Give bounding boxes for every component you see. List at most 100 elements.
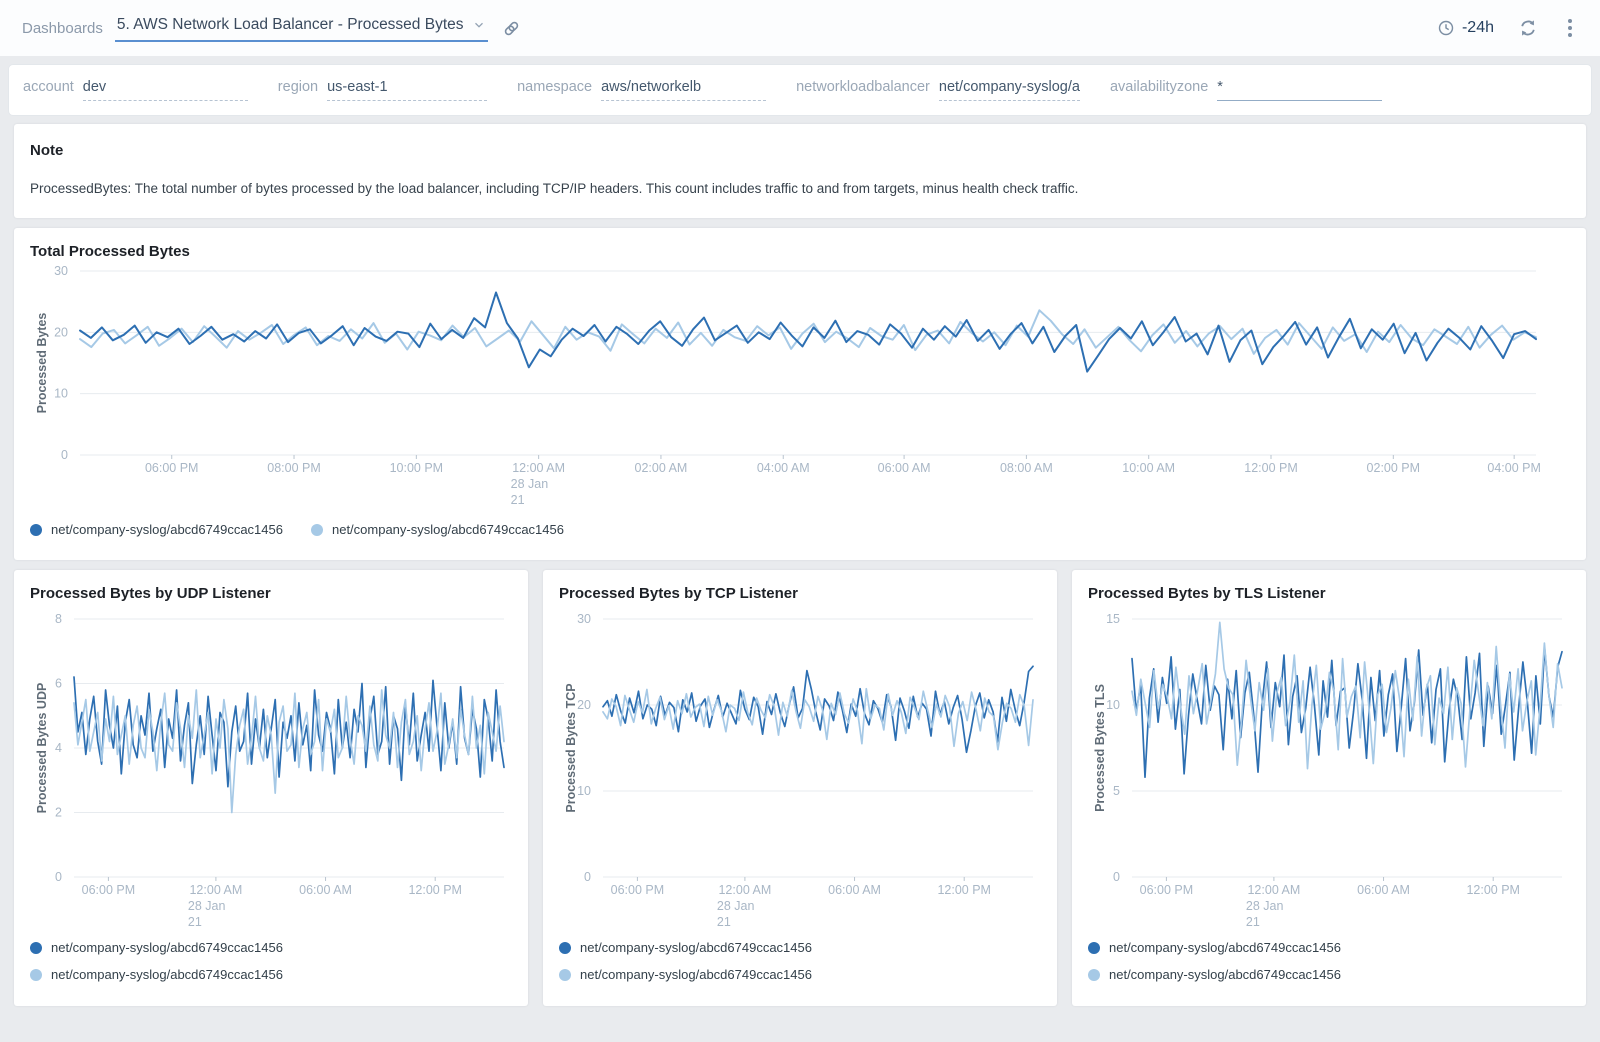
svg-text:28 Jan: 28 Jan bbox=[1246, 899, 1284, 913]
breadcrumb[interactable]: Dashboards bbox=[22, 20, 103, 37]
clock-icon bbox=[1437, 19, 1455, 37]
svg-text:20: 20 bbox=[54, 325, 68, 339]
note-card: Note ProcessedBytes: The total number of… bbox=[14, 124, 1586, 218]
filter-account-input[interactable]: dev bbox=[83, 79, 248, 101]
svg-text:12:00 PM: 12:00 PM bbox=[937, 883, 991, 897]
legend-label: net/company-syslog/abcd6749ccac1456 bbox=[51, 967, 283, 982]
svg-text:8: 8 bbox=[55, 612, 62, 626]
legend-label: net/company-syslog/abcd6749ccac1456 bbox=[1109, 940, 1341, 955]
svg-text:6: 6 bbox=[55, 677, 62, 691]
svg-text:12:00 PM: 12:00 PM bbox=[1244, 461, 1298, 475]
legend-dot-icon bbox=[1088, 942, 1100, 954]
chart-title: Total Processed Bytes bbox=[14, 228, 1586, 260]
note-body: ProcessedBytes: The total number of byte… bbox=[30, 181, 1570, 196]
svg-text:08:00 AM: 08:00 AM bbox=[1000, 461, 1053, 475]
svg-text:10: 10 bbox=[1106, 698, 1120, 712]
chart-legend: net/company-syslog/abcd6749ccac1456 net/c… bbox=[14, 940, 528, 982]
svg-text:10: 10 bbox=[577, 784, 591, 798]
legend-item[interactable]: net/company-syslog/abcd6749ccac1456 bbox=[559, 967, 1041, 982]
chart-card-tls-listener: Processed Bytes by TLS Listener Processe… bbox=[1072, 570, 1586, 1006]
time-range-button[interactable]: -24h bbox=[1437, 19, 1494, 37]
kebab-menu-icon[interactable] bbox=[1562, 17, 1578, 39]
chevron-down-icon bbox=[472, 18, 486, 32]
legend-dot-icon bbox=[30, 942, 42, 954]
chart-card-total-processed-bytes: Total Processed Bytes Processed Bytes 01… bbox=[14, 228, 1586, 560]
legend-item[interactable]: net/company-syslog/abcd6749ccac1456 bbox=[559, 940, 1041, 955]
svg-text:12:00 AM: 12:00 AM bbox=[1247, 883, 1300, 897]
chart-title: Processed Bytes by UDP Listener bbox=[14, 570, 528, 602]
svg-text:06:00 PM: 06:00 PM bbox=[1140, 883, 1194, 897]
filter-bar: account dev region us-east-1 namespace a… bbox=[8, 64, 1592, 116]
svg-text:06:00 AM: 06:00 AM bbox=[1357, 883, 1410, 897]
legend-label: net/company-syslog/abcd6749ccac1456 bbox=[580, 967, 812, 982]
note-title: Note bbox=[30, 142, 1570, 159]
legend-item[interactable]: net/company-syslog/abcd6749ccac1456 bbox=[30, 940, 512, 955]
refresh-icon[interactable] bbox=[1518, 18, 1538, 38]
svg-text:0: 0 bbox=[584, 870, 591, 884]
svg-text:12:00 AM: 12:00 AM bbox=[189, 883, 242, 897]
legend-dot-icon bbox=[30, 969, 42, 981]
filter-label: availabilityzone bbox=[1110, 79, 1208, 95]
legend-dot-icon bbox=[559, 969, 571, 981]
chart-plot[interactable]: Processed Bytes 010203006:00 PM08:00 PM1… bbox=[14, 260, 1586, 512]
svg-text:12:00 AM: 12:00 AM bbox=[718, 883, 771, 897]
svg-text:30: 30 bbox=[54, 264, 68, 278]
legend-label: net/company-syslog/abcd6749ccac1456 bbox=[332, 522, 564, 537]
chart-legend: net/company-syslog/abcd6749ccac1456 net/c… bbox=[543, 940, 1057, 982]
svg-text:04:00 PM: 04:00 PM bbox=[1487, 461, 1541, 475]
legend-item[interactable]: net/company-syslog/abcd6749ccac1456 bbox=[1088, 940, 1570, 955]
svg-text:21: 21 bbox=[717, 915, 731, 929]
filter-account: account dev bbox=[23, 79, 248, 101]
svg-text:06:00 AM: 06:00 AM bbox=[878, 461, 931, 475]
legend-label: net/company-syslog/abcd6749ccac1456 bbox=[51, 522, 283, 537]
svg-text:28 Jan: 28 Jan bbox=[717, 899, 755, 913]
chart-plot[interactable]: Processed Bytes TLS 05101506:00 PM12:00 … bbox=[1072, 602, 1586, 934]
chart-card-udp-listener: Processed Bytes by UDP Listener Processe… bbox=[14, 570, 528, 1006]
page-title: 5. AWS Network Load Balancer - Processed… bbox=[117, 16, 464, 34]
svg-text:08:00 PM: 08:00 PM bbox=[267, 461, 321, 475]
svg-text:28 Jan: 28 Jan bbox=[188, 899, 226, 913]
svg-text:28 Jan: 28 Jan bbox=[511, 477, 549, 491]
chart-plot[interactable]: Processed Bytes UDP 0246806:00 PM12:00 A… bbox=[14, 602, 528, 934]
chart-legend: net/company-syslog/abcd6749ccac1456 net/c… bbox=[14, 522, 1586, 537]
y-axis-label: Processed Bytes TCP bbox=[564, 683, 578, 812]
filter-region-input[interactable]: us-east-1 bbox=[327, 79, 487, 101]
svg-text:10:00 PM: 10:00 PM bbox=[390, 461, 444, 475]
link-icon[interactable] bbox=[502, 19, 521, 38]
filter-availabilityzone-input[interactable]: * bbox=[1217, 79, 1382, 101]
legend-item[interactable]: net/company-syslog/abcd6749ccac1456 bbox=[311, 522, 564, 537]
chart-title: Processed Bytes by TLS Listener bbox=[1072, 570, 1586, 602]
legend-dot-icon bbox=[311, 524, 323, 536]
legend-dot-icon bbox=[30, 524, 42, 536]
legend-label: net/company-syslog/abcd6749ccac1456 bbox=[580, 940, 812, 955]
y-axis-label: Processed Bytes UDP bbox=[35, 683, 49, 814]
y-axis-label: Processed Bytes TLS bbox=[1093, 684, 1107, 812]
legend-item[interactable]: net/company-syslog/abcd6749ccac1456 bbox=[30, 967, 512, 982]
svg-text:21: 21 bbox=[511, 493, 525, 507]
legend-item[interactable]: net/company-syslog/abcd6749ccac1456 bbox=[30, 522, 283, 537]
svg-text:0: 0 bbox=[61, 448, 68, 462]
svg-text:21: 21 bbox=[188, 915, 202, 929]
chart-title: Processed Bytes by TCP Listener bbox=[543, 570, 1057, 602]
svg-text:30: 30 bbox=[577, 612, 591, 626]
svg-text:20: 20 bbox=[577, 698, 591, 712]
filter-availabilityzone: availabilityzone * bbox=[1110, 79, 1382, 101]
filter-region: region us-east-1 bbox=[278, 79, 487, 101]
chart-legend: net/company-syslog/abcd6749ccac1456 net/c… bbox=[1072, 940, 1586, 982]
svg-text:02:00 PM: 02:00 PM bbox=[1367, 461, 1421, 475]
filter-label: account bbox=[23, 79, 74, 95]
filter-namespace-input[interactable]: aws/networkelb bbox=[601, 79, 766, 101]
svg-text:4: 4 bbox=[55, 741, 62, 755]
filter-namespace: namespace aws/networkelb bbox=[517, 79, 766, 101]
legend-label: net/company-syslog/abcd6749ccac1456 bbox=[51, 940, 283, 955]
svg-text:06:00 PM: 06:00 PM bbox=[82, 883, 136, 897]
svg-text:02:00 AM: 02:00 AM bbox=[635, 461, 688, 475]
chart-plot[interactable]: Processed Bytes TCP 010203006:00 PM12:00… bbox=[543, 602, 1057, 934]
svg-text:15: 15 bbox=[1106, 612, 1120, 626]
svg-text:0: 0 bbox=[1113, 870, 1120, 884]
filter-networkloadbalancer-input[interactable]: net/company-syslog/a bbox=[939, 79, 1080, 101]
dashboard-title-dropdown[interactable]: 5. AWS Network Load Balancer - Processed… bbox=[115, 14, 488, 42]
svg-text:12:00 PM: 12:00 PM bbox=[1466, 883, 1520, 897]
legend-item[interactable]: net/company-syslog/abcd6749ccac1456 bbox=[1088, 967, 1570, 982]
svg-text:12:00 PM: 12:00 PM bbox=[408, 883, 462, 897]
